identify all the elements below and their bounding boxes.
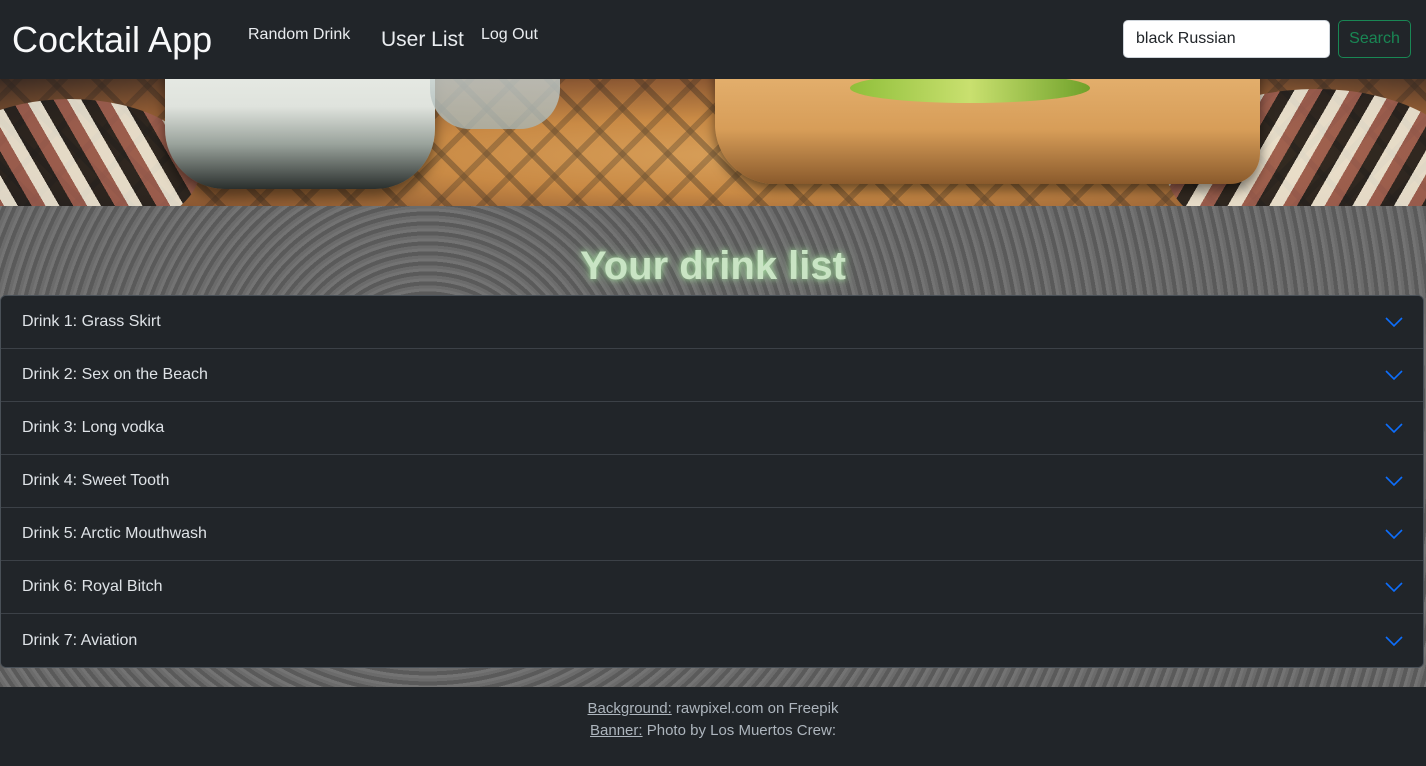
chevron-down-icon bbox=[1385, 635, 1403, 646]
accordion-item[interactable]: Drink 3: Long vodka bbox=[1, 402, 1423, 455]
accordion-item-label: Drink 6: Royal Bitch bbox=[22, 578, 163, 595]
accordion-item[interactable]: Drink 4: Sweet Tooth bbox=[1, 455, 1423, 508]
drink-accordion: Drink 1: Grass Skirt Drink 2: Sex on the… bbox=[0, 295, 1424, 668]
chevron-down-icon bbox=[1385, 423, 1403, 434]
accordion-item[interactable]: Drink 1: Grass Skirt bbox=[1, 296, 1423, 349]
banner-glass bbox=[165, 79, 435, 189]
accordion-item-label: Drink 4: Sweet Tooth bbox=[22, 472, 170, 489]
accordion-item-label: Drink 5: Arctic Mouthwash bbox=[22, 525, 207, 542]
background-credit: Background: rawpixel.com on Freepik bbox=[0, 699, 1426, 719]
accordion-item-label: Drink 1: Grass Skirt bbox=[22, 313, 161, 330]
banner-credit-link[interactable]: Banner: bbox=[590, 722, 643, 739]
nav-log-out[interactable]: Log Out bbox=[481, 25, 538, 45]
banner-glass-small bbox=[430, 79, 560, 129]
footer: Background: rawpixel.com on Freepik Bann… bbox=[0, 687, 1426, 766]
chevron-down-icon bbox=[1385, 529, 1403, 540]
nav-random-drink[interactable]: Random Drink bbox=[248, 25, 350, 45]
main-content: Your drink list Drink 1: Grass Skirt Dri… bbox=[0, 206, 1426, 687]
banner-credit: Banner: Photo by Los Muertos Crew: bbox=[0, 721, 1426, 741]
nav-user-list[interactable]: User List bbox=[381, 27, 464, 53]
brand-link[interactable]: Cocktail App bbox=[12, 18, 212, 62]
search-input[interactable] bbox=[1123, 20, 1330, 58]
chevron-down-icon bbox=[1385, 476, 1403, 487]
accordion-item[interactable]: Drink 7: Aviation bbox=[1, 614, 1423, 667]
search-button[interactable]: Search bbox=[1338, 20, 1411, 58]
banner-credit-text: Photo by Los Muertos Crew: bbox=[642, 722, 836, 739]
accordion-item[interactable]: Drink 2: Sex on the Beach bbox=[1, 349, 1423, 402]
navbar: Cocktail App Random Drink User List Log … bbox=[0, 0, 1426, 79]
background-credit-text: rawpixel.com on Freepik bbox=[671, 700, 839, 717]
page-title: Your drink list bbox=[580, 244, 846, 288]
accordion-item-label: Drink 7: Aviation bbox=[22, 631, 138, 649]
banner-image bbox=[0, 79, 1426, 206]
accordion-item-label: Drink 2: Sex on the Beach bbox=[22, 366, 208, 383]
chevron-down-icon bbox=[1385, 370, 1403, 381]
accordion-item-label: Drink 3: Long vodka bbox=[22, 419, 165, 436]
background-credit-link[interactable]: Background: bbox=[588, 700, 672, 717]
accordion-item[interactable]: Drink 6: Royal Bitch bbox=[1, 561, 1423, 614]
chevron-down-icon bbox=[1385, 317, 1403, 328]
accordion-item[interactable]: Drink 5: Arctic Mouthwash bbox=[1, 508, 1423, 561]
chevron-down-icon bbox=[1385, 582, 1403, 593]
